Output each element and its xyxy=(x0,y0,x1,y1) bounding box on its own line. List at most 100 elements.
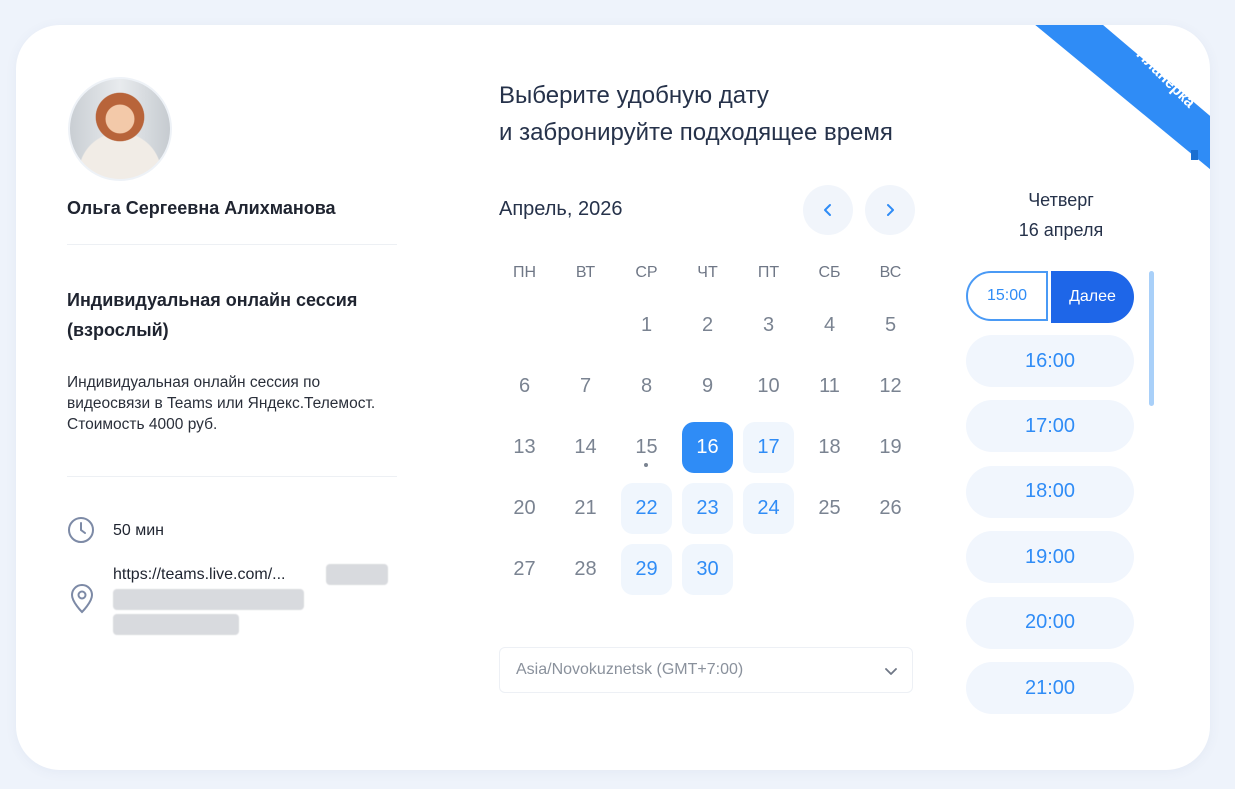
calendar-day: 9 xyxy=(677,356,738,417)
day-number: 16 xyxy=(682,422,733,473)
time-slot[interactable]: 18:00 xyxy=(966,465,1134,518)
duration: 50 мин xyxy=(113,522,165,539)
weekday-label: ВС xyxy=(879,264,902,281)
day-number: 12 xyxy=(879,375,902,397)
day-number: 11 xyxy=(819,375,840,397)
month-label: Апрель, 2026 xyxy=(499,198,623,220)
day-number: 27 xyxy=(513,558,536,580)
day-number: 4 xyxy=(823,314,836,336)
heading-line2: и забронируйте подходящее время xyxy=(499,119,893,146)
next-button[interactable]: Далее xyxy=(1051,271,1134,323)
calendar-day: 15 xyxy=(616,417,677,478)
day-number: 30 xyxy=(682,544,733,595)
ribbon-fold xyxy=(1191,150,1198,160)
calendar-day[interactable]: 24 xyxy=(738,478,799,539)
day-number: 17 xyxy=(743,422,794,473)
calendar-day[interactable]: 17 xyxy=(738,417,799,478)
scrollbar[interactable] xyxy=(1149,271,1154,406)
calendar-day: 1 xyxy=(616,295,677,356)
divider xyxy=(67,244,397,245)
weekday-label: ВТ xyxy=(575,264,596,281)
page-heading: Выберите удобную дату и забронируйте под… xyxy=(499,77,893,151)
location-link[interactable]: https://teams.live.com/... xyxy=(113,566,286,584)
selected-weekday: Четверг xyxy=(1028,190,1094,210)
calendar-day-selected[interactable]: 16 xyxy=(677,417,738,478)
calendar-grid: 1 2 3 4 5 6 7 8 9 10 11 12 13 14 15 16 17 18 19 20 21 22 23 24 2… xyxy=(494,295,921,600)
day-number: 14 xyxy=(574,436,597,458)
day-number: 29 xyxy=(621,544,672,595)
day-number: 13 xyxy=(513,436,536,458)
selected-date: 16 апреля xyxy=(1018,220,1104,240)
weekday-label: СБ xyxy=(818,264,841,281)
calendar-day[interactable]: 23 xyxy=(677,478,738,539)
redacted-text xyxy=(113,614,239,635)
weekday-label: ПН xyxy=(512,264,537,281)
calendar-day: 4 xyxy=(799,295,860,356)
heading-line1: Выберите удобную дату xyxy=(499,82,769,109)
day-number: 26 xyxy=(879,497,902,519)
next-month-button[interactable] xyxy=(865,185,915,235)
weekday-label: СР xyxy=(635,264,658,281)
calendar-day: 3 xyxy=(738,295,799,356)
timezone-value: Asia/Novokuznetsk (GMT+7:00) xyxy=(516,661,744,678)
day-number: 1 xyxy=(640,314,653,336)
calendar-day: 28 xyxy=(555,539,616,600)
day-number: 9 xyxy=(701,375,714,397)
service-description: Индивидуальная онлайн сессия по видеосвя… xyxy=(67,374,376,433)
divider xyxy=(67,476,397,477)
calendar-day: 25 xyxy=(799,478,860,539)
timezone-select[interactable]: Asia/Novokuznetsk (GMT+7:00) xyxy=(499,647,913,693)
time-slot[interactable]: 21:00 xyxy=(966,662,1134,714)
calendar-day: 20 xyxy=(494,478,555,539)
day-number: 21 xyxy=(574,497,597,519)
day-number: 5 xyxy=(884,314,897,336)
weekday-label: ПТ xyxy=(757,264,780,281)
specialist-name: Ольга Сергеевна Алихманова xyxy=(67,198,336,218)
calendar-blank xyxy=(494,295,555,356)
calendar-day: 27 xyxy=(494,539,555,600)
selected-day-label: Четверг 16 апреля xyxy=(975,185,1147,245)
avatar xyxy=(68,77,172,181)
calendar-day[interactable]: 29 xyxy=(616,539,677,600)
time-slot[interactable]: 20:00 xyxy=(966,596,1134,649)
time-slot[interactable]: 17:00 xyxy=(966,400,1134,453)
calendar-day: 6 xyxy=(494,356,555,417)
calendar-day: 2 xyxy=(677,295,738,356)
time-slot[interactable]: 19:00 xyxy=(966,531,1134,584)
prev-month-button[interactable] xyxy=(803,185,853,235)
selected-time-slot[interactable]: 15:00 xyxy=(966,271,1048,321)
day-number: 20 xyxy=(513,497,536,519)
calendar-day: 10 xyxy=(738,356,799,417)
day-number: 23 xyxy=(682,483,733,534)
calendar-day: 8 xyxy=(616,356,677,417)
calendar-day: 7 xyxy=(555,356,616,417)
calendar-day: 21 xyxy=(555,478,616,539)
calendar-day: 13 xyxy=(494,417,555,478)
chevron-down-icon xyxy=(885,668,897,675)
day-number: 10 xyxy=(757,375,780,397)
service-title: Индивидуальная онлайн сессия (взрослый) xyxy=(67,290,358,340)
calendar-day: 18 xyxy=(799,417,860,478)
calendar-day: 14 xyxy=(555,417,616,478)
day-number: 24 xyxy=(743,483,794,534)
calendar-day[interactable]: 30 xyxy=(677,539,738,600)
chevron-left-icon xyxy=(824,204,831,216)
day-number: 18 xyxy=(818,436,841,458)
calendar-blank xyxy=(555,295,616,356)
day-number: 7 xyxy=(579,375,592,397)
calendar-day: 5 xyxy=(860,295,921,356)
day-number: 6 xyxy=(518,375,531,397)
calendar-day: 26 xyxy=(860,478,921,539)
weekday-header: ПН ВТ СР ЧТ ПТ СБ ВС xyxy=(494,264,921,282)
time-slot[interactable]: 16:00 xyxy=(966,335,1134,387)
calendar-day[interactable]: 22 xyxy=(616,478,677,539)
location-pin-icon xyxy=(70,584,94,614)
day-number: 2 xyxy=(701,314,714,336)
day-number: 8 xyxy=(640,375,653,397)
time-slots: 15:00 Далее 16:00 17:00 18:00 19:00 20:00 21:… xyxy=(966,270,1136,720)
day-number: 22 xyxy=(621,483,672,534)
weekday-label: ЧТ xyxy=(697,264,718,281)
day-number: 28 xyxy=(574,558,597,580)
day-number: 19 xyxy=(879,436,902,458)
calendar-day: 19 xyxy=(860,417,921,478)
